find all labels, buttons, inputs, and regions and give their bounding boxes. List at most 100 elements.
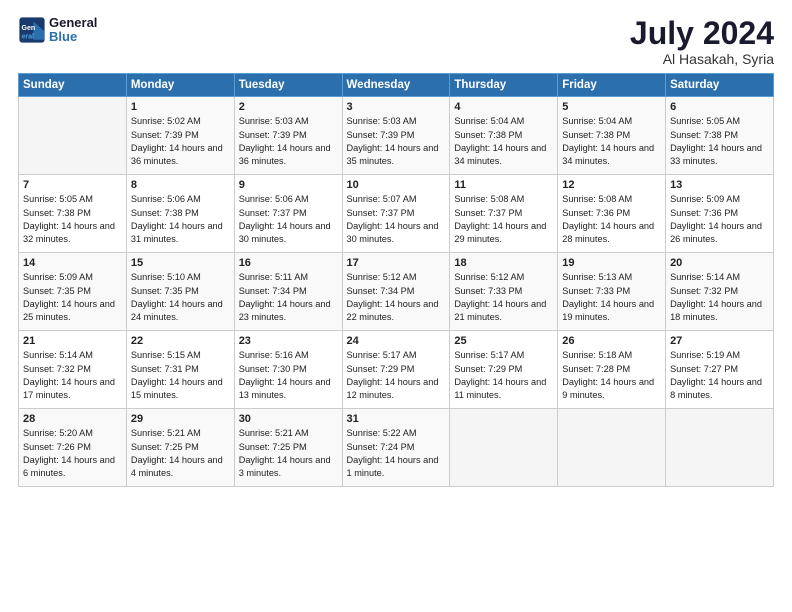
sunset-label: Sunset: 7:39 PM bbox=[239, 130, 307, 140]
sunset-label: Sunset: 7:37 PM bbox=[454, 208, 522, 218]
sunset-label: Sunset: 7:38 PM bbox=[562, 130, 630, 140]
daylight-label: Daylight: 14 hours and 30 minutes. bbox=[239, 221, 331, 244]
sunrise-label: Sunrise: 5:06 AM bbox=[131, 194, 201, 204]
day-number: 30 bbox=[239, 413, 338, 425]
daylight-label: Daylight: 14 hours and 36 minutes. bbox=[239, 143, 331, 166]
sunrise-label: Sunrise: 5:22 AM bbox=[347, 428, 417, 438]
calendar-week-2: 7 Sunrise: 5:05 AM Sunset: 7:38 PM Dayli… bbox=[19, 175, 774, 253]
daylight-label: Daylight: 14 hours and 25 minutes. bbox=[23, 299, 115, 322]
sunset-label: Sunset: 7:38 PM bbox=[131, 208, 199, 218]
day-number: 14 bbox=[23, 257, 122, 269]
sunset-label: Sunset: 7:29 PM bbox=[347, 364, 415, 374]
calendar-cell: 7 Sunrise: 5:05 AM Sunset: 7:38 PM Dayli… bbox=[19, 175, 127, 253]
sunset-label: Sunset: 7:36 PM bbox=[670, 208, 738, 218]
sunset-label: Sunset: 7:29 PM bbox=[454, 364, 522, 374]
svg-text:Gen: Gen bbox=[22, 25, 36, 32]
day-number: 2 bbox=[239, 101, 338, 113]
calendar-page: Gen eral General Blue July 2024 Al Hasak… bbox=[0, 0, 792, 612]
day-number: 18 bbox=[454, 257, 553, 269]
col-tuesday: Tuesday bbox=[234, 74, 342, 97]
calendar-cell: 10 Sunrise: 5:07 AM Sunset: 7:37 PM Dayl… bbox=[342, 175, 450, 253]
daylight-label: Daylight: 14 hours and 35 minutes. bbox=[347, 143, 439, 166]
sunset-label: Sunset: 7:25 PM bbox=[131, 442, 199, 452]
calendar-cell: 5 Sunrise: 5:04 AM Sunset: 7:38 PM Dayli… bbox=[558, 97, 666, 175]
cell-content: Sunrise: 5:09 AM Sunset: 7:35 PM Dayligh… bbox=[23, 271, 122, 324]
sunset-label: Sunset: 7:37 PM bbox=[347, 208, 415, 218]
sunrise-label: Sunrise: 5:08 AM bbox=[562, 194, 632, 204]
sunrise-label: Sunrise: 5:21 AM bbox=[239, 428, 309, 438]
calendar-cell: 21 Sunrise: 5:14 AM Sunset: 7:32 PM Dayl… bbox=[19, 331, 127, 409]
cell-content: Sunrise: 5:02 AM Sunset: 7:39 PM Dayligh… bbox=[131, 115, 230, 168]
sunrise-label: Sunrise: 5:14 AM bbox=[23, 350, 93, 360]
sunrise-label: Sunrise: 5:05 AM bbox=[23, 194, 93, 204]
calendar-cell bbox=[19, 97, 127, 175]
cell-content: Sunrise: 5:03 AM Sunset: 7:39 PM Dayligh… bbox=[239, 115, 338, 168]
calendar-cell: 3 Sunrise: 5:03 AM Sunset: 7:39 PM Dayli… bbox=[342, 97, 450, 175]
daylight-label: Daylight: 14 hours and 31 minutes. bbox=[131, 221, 223, 244]
daylight-label: Daylight: 14 hours and 29 minutes. bbox=[454, 221, 546, 244]
day-number: 29 bbox=[131, 413, 230, 425]
daylight-label: Daylight: 14 hours and 12 minutes. bbox=[347, 377, 439, 400]
sunset-label: Sunset: 7:34 PM bbox=[239, 286, 307, 296]
sunset-label: Sunset: 7:28 PM bbox=[562, 364, 630, 374]
day-number: 22 bbox=[131, 335, 230, 347]
header: Gen eral General Blue July 2024 Al Hasak… bbox=[18, 16, 774, 67]
sunset-label: Sunset: 7:37 PM bbox=[239, 208, 307, 218]
sunset-label: Sunset: 7:30 PM bbox=[239, 364, 307, 374]
sunrise-label: Sunrise: 5:08 AM bbox=[454, 194, 524, 204]
daylight-label: Daylight: 14 hours and 6 minutes. bbox=[23, 455, 115, 478]
logo-line1: General bbox=[49, 16, 97, 30]
sunrise-label: Sunrise: 5:13 AM bbox=[562, 272, 632, 282]
sunrise-label: Sunrise: 5:18 AM bbox=[562, 350, 632, 360]
cell-content: Sunrise: 5:07 AM Sunset: 7:37 PM Dayligh… bbox=[347, 193, 446, 246]
sunrise-label: Sunrise: 5:03 AM bbox=[239, 116, 309, 126]
calendar-cell: 16 Sunrise: 5:11 AM Sunset: 7:34 PM Dayl… bbox=[234, 253, 342, 331]
sunset-label: Sunset: 7:25 PM bbox=[239, 442, 307, 452]
day-number: 10 bbox=[347, 179, 446, 191]
logo-icon: Gen eral bbox=[18, 16, 46, 44]
sunset-label: Sunset: 7:33 PM bbox=[454, 286, 522, 296]
day-number: 11 bbox=[454, 179, 553, 191]
cell-content: Sunrise: 5:22 AM Sunset: 7:24 PM Dayligh… bbox=[347, 427, 446, 480]
logo: Gen eral General Blue bbox=[18, 16, 97, 45]
day-number: 28 bbox=[23, 413, 122, 425]
location: Al Hasakah, Syria bbox=[630, 51, 774, 67]
sunset-label: Sunset: 7:24 PM bbox=[347, 442, 415, 452]
sunrise-label: Sunrise: 5:12 AM bbox=[347, 272, 417, 282]
daylight-label: Daylight: 14 hours and 18 minutes. bbox=[670, 299, 762, 322]
daylight-label: Daylight: 14 hours and 26 minutes. bbox=[670, 221, 762, 244]
daylight-label: Daylight: 14 hours and 21 minutes. bbox=[454, 299, 546, 322]
daylight-label: Daylight: 14 hours and 15 minutes. bbox=[131, 377, 223, 400]
sunrise-label: Sunrise: 5:12 AM bbox=[454, 272, 524, 282]
sunset-label: Sunset: 7:39 PM bbox=[347, 130, 415, 140]
daylight-label: Daylight: 14 hours and 30 minutes. bbox=[347, 221, 439, 244]
col-sunday: Sunday bbox=[19, 74, 127, 97]
sunset-label: Sunset: 7:33 PM bbox=[562, 286, 630, 296]
calendar-cell: 9 Sunrise: 5:06 AM Sunset: 7:37 PM Dayli… bbox=[234, 175, 342, 253]
calendar-cell: 4 Sunrise: 5:04 AM Sunset: 7:38 PM Dayli… bbox=[450, 97, 558, 175]
sunset-label: Sunset: 7:32 PM bbox=[23, 364, 91, 374]
day-number: 8 bbox=[131, 179, 230, 191]
calendar-cell: 11 Sunrise: 5:08 AM Sunset: 7:37 PM Dayl… bbox=[450, 175, 558, 253]
cell-content: Sunrise: 5:08 AM Sunset: 7:37 PM Dayligh… bbox=[454, 193, 553, 246]
daylight-label: Daylight: 14 hours and 23 minutes. bbox=[239, 299, 331, 322]
cell-content: Sunrise: 5:12 AM Sunset: 7:33 PM Dayligh… bbox=[454, 271, 553, 324]
sunrise-label: Sunrise: 5:09 AM bbox=[23, 272, 93, 282]
day-number: 16 bbox=[239, 257, 338, 269]
month-title: July 2024 bbox=[630, 16, 774, 51]
calendar-cell bbox=[450, 409, 558, 487]
day-number: 24 bbox=[347, 335, 446, 347]
cell-content: Sunrise: 5:04 AM Sunset: 7:38 PM Dayligh… bbox=[454, 115, 553, 168]
calendar-week-4: 21 Sunrise: 5:14 AM Sunset: 7:32 PM Dayl… bbox=[19, 331, 774, 409]
calendar-cell: 24 Sunrise: 5:17 AM Sunset: 7:29 PM Dayl… bbox=[342, 331, 450, 409]
calendar-cell: 30 Sunrise: 5:21 AM Sunset: 7:25 PM Dayl… bbox=[234, 409, 342, 487]
day-number: 1 bbox=[131, 101, 230, 113]
calendar-cell: 14 Sunrise: 5:09 AM Sunset: 7:35 PM Dayl… bbox=[19, 253, 127, 331]
daylight-label: Daylight: 14 hours and 22 minutes. bbox=[347, 299, 439, 322]
cell-content: Sunrise: 5:14 AM Sunset: 7:32 PM Dayligh… bbox=[670, 271, 769, 324]
calendar-cell bbox=[666, 409, 774, 487]
day-number: 21 bbox=[23, 335, 122, 347]
cell-content: Sunrise: 5:16 AM Sunset: 7:30 PM Dayligh… bbox=[239, 349, 338, 402]
sunrise-label: Sunrise: 5:14 AM bbox=[670, 272, 740, 282]
day-number: 9 bbox=[239, 179, 338, 191]
